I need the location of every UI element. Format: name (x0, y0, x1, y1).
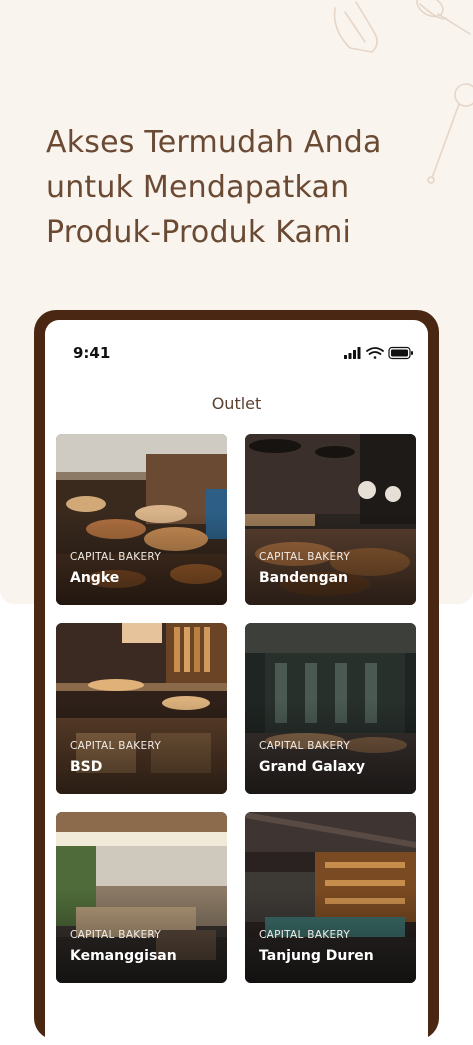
headline: Akses Termudah Anda untuk Mendapatkan Pr… (46, 120, 382, 255)
outlet-brand: CAPITAL BAKERY (259, 929, 351, 941)
phone-mockup: 9:41 Outlet CAPITAL BAKERY Angke CAPITAL… (34, 310, 439, 1045)
outlet-name: Kemanggisan (70, 948, 177, 964)
outlet-card-grand-galaxy[interactable]: CAPITAL BAKERY Grand Galaxy (245, 623, 416, 794)
outlet-card-bandengan[interactable]: CAPITAL BAKERY Bandengan (245, 434, 416, 605)
outlet-name: Tanjung Duren (259, 948, 374, 964)
outlet-card-kemanggisan[interactable]: CAPITAL BAKERY Kemanggisan (56, 812, 227, 983)
headline-line-2: untuk Mendapatkan (46, 170, 350, 205)
outlet-grid: CAPITAL BAKERY Angke CAPITAL BAKERY Band… (45, 320, 428, 1045)
outlet-brand: CAPITAL BAKERY (70, 929, 162, 941)
headline-line-3: Produk-Produk Kami (46, 215, 352, 250)
outlet-name: Angke (70, 570, 120, 586)
outlet-card-bsd[interactable]: CAPITAL BAKERY BSD (56, 623, 227, 794)
outlet-name: BSD (70, 759, 103, 775)
outlet-name: Bandengan (259, 570, 349, 586)
headline-line-1: Akses Termudah Anda (46, 125, 382, 160)
outlet-name: Grand Galaxy (259, 759, 366, 775)
phone-screen: 9:41 Outlet CAPITAL BAKERY Angke CAPITAL… (45, 320, 428, 1045)
outlet-brand: CAPITAL BAKERY (259, 740, 351, 752)
outlet-card-tanjung-duren[interactable]: CAPITAL BAKERY Tanjung Duren (245, 812, 416, 983)
outlet-brand: CAPITAL BAKERY (259, 551, 351, 563)
outlet-brand: CAPITAL BAKERY (70, 551, 162, 563)
outlet-brand: CAPITAL BAKERY (70, 740, 162, 752)
outlet-card-angke[interactable]: CAPITAL BAKERY Angke (56, 434, 227, 605)
